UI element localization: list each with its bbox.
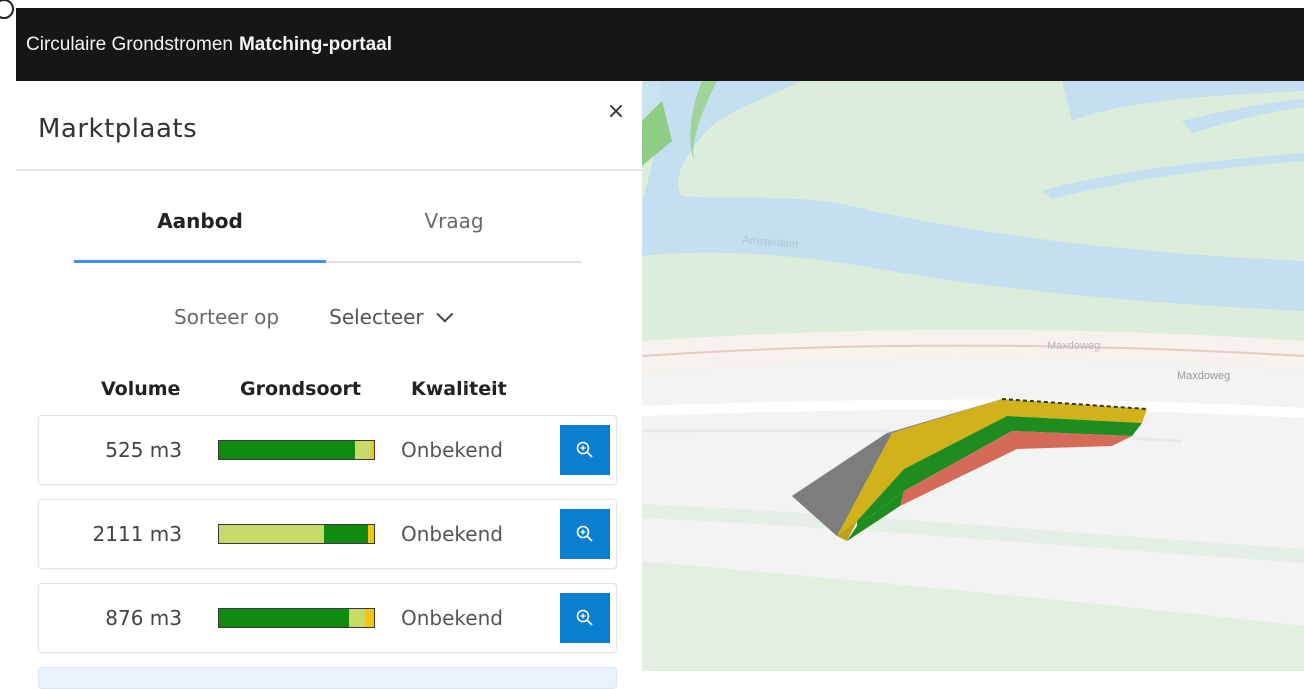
soil-composition-bar (218, 440, 375, 460)
chevron-down-icon (435, 305, 453, 323)
app-header: Circulaire Grondstromen Matching-portaal (16, 8, 1304, 81)
listing-quality: Onbekend (401, 438, 503, 462)
tab-aanbod-label: Aanbod (157, 209, 243, 233)
column-header-quality: Kwaliteit (411, 378, 507, 400)
panel-title: Marktplaats (38, 114, 198, 144)
sort-row: Sorteer op Selecteer (174, 303, 453, 331)
soil-segment (324, 525, 368, 543)
marketplace-panel: Marktplaats × Aanbod Vraag Sorteer op Se… (16, 81, 642, 689)
tab-bar: Aanbod Vraag (74, 209, 582, 263)
soil-segment (367, 525, 374, 543)
soil-segment (355, 441, 371, 459)
column-header-volume: Volume (101, 378, 181, 400)
zoom-to-listing-button[interactable] (560, 425, 610, 475)
zoom-in-icon (576, 441, 593, 458)
tab-vraag[interactable]: Vraag (328, 209, 580, 261)
close-button[interactable]: × (604, 98, 628, 124)
sort-label: Sorteer op (174, 305, 280, 329)
listing-card: 2111 m3 Onbekend (38, 499, 617, 569)
listing-card: 876 m3 Onbekend (38, 583, 617, 653)
tab-vraag-label: Vraag (424, 209, 484, 233)
listing-volume: 876 m3 (105, 606, 182, 630)
listing-card-partial[interactable] (38, 667, 617, 689)
listing-quality: Onbekend (401, 606, 503, 630)
map-canvas[interactable]: Amsterdam Maxdoweg Maxdoweg (642, 81, 1304, 671)
listing-quality: Onbekend (401, 522, 503, 546)
soil-segment (364, 609, 374, 627)
soil-segment (349, 609, 365, 627)
window-corner-indicator (0, 0, 14, 19)
soil-segment (219, 525, 325, 543)
listing-card: 525 m3 Onbekend (38, 415, 617, 485)
app-brand: Circulaire Grondstromen (26, 33, 233, 55)
tab-aanbod[interactable]: Aanbod (74, 209, 326, 263)
panel-divider (16, 169, 642, 171)
soil-segment (219, 441, 356, 459)
map-view[interactable]: Amsterdam Maxdoweg Maxdoweg (642, 81, 1304, 671)
soil-segment (219, 609, 350, 627)
listing-volume: 2111 m3 (92, 522, 182, 546)
app-brand-strong: Matching-portaal (238, 33, 393, 55)
sort-select[interactable]: Selecteer (329, 305, 453, 329)
listing-volume: 525 m3 (105, 438, 182, 462)
soil-composition-bar (218, 524, 375, 544)
soil-segment (370, 441, 374, 459)
zoom-to-listing-button[interactable] (560, 593, 610, 643)
close-icon: × (606, 98, 626, 124)
soil-composition-bar (218, 608, 375, 628)
zoom-in-icon (576, 609, 593, 626)
zoom-to-listing-button[interactable] (560, 509, 610, 559)
zoom-in-icon (576, 525, 593, 542)
map-label-road-2: Maxdoweg (1177, 370, 1230, 382)
map-label-road-1: Maxdoweg (1047, 340, 1100, 352)
column-header-soil: Grondsoort (240, 378, 362, 400)
sort-select-value: Selecteer (329, 305, 424, 329)
